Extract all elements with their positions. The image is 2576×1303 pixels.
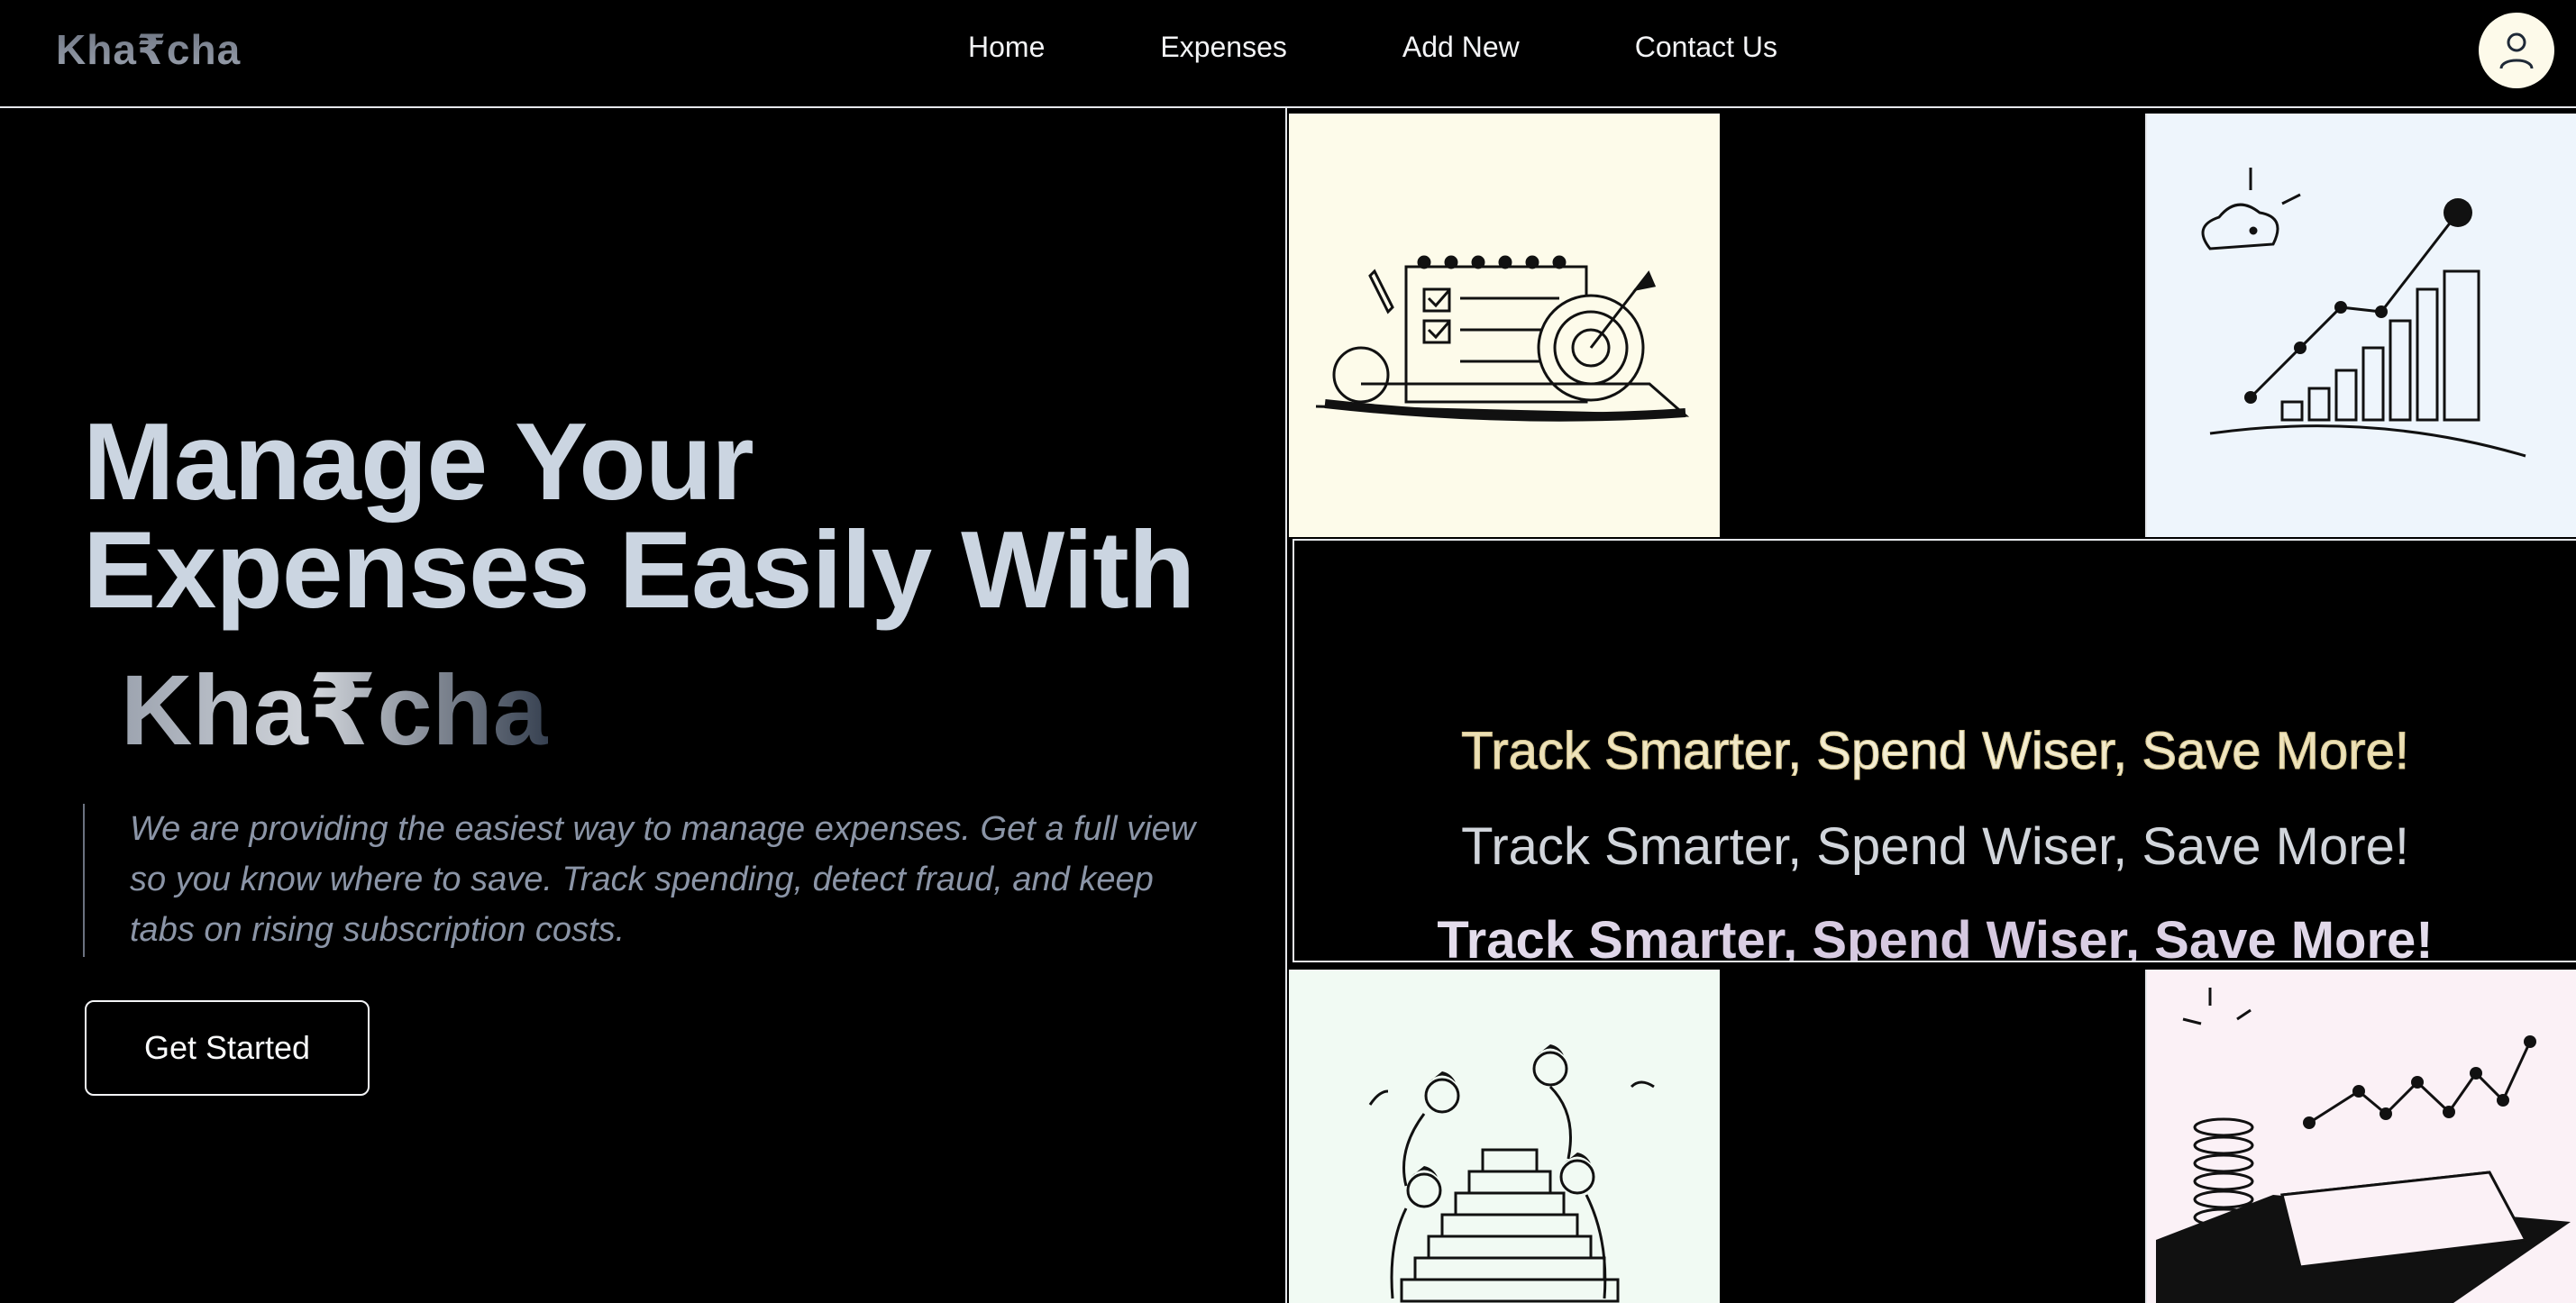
user-icon — [2499, 32, 2534, 69]
nav-contact-us[interactable]: Contact Us — [1635, 31, 1777, 64]
get-started-button[interactable]: Get Started — [85, 1000, 370, 1096]
tagline-panel: Track Smarter, Spend Wiser, Save More! T… — [1293, 539, 2576, 962]
nav-home[interactable]: Home — [968, 31, 1045, 64]
nav-links: Home Expenses Add New Contact Us — [968, 31, 1777, 64]
growth-chart-illustration — [2147, 114, 2576, 537]
nav-add-new[interactable]: Add New — [1402, 31, 1520, 64]
hero-brand: Kha₹cha — [121, 652, 548, 768]
feature-grid: Track Smarter, Spend Wiser, Save More! T… — [1285, 108, 2576, 1303]
navbar: Kha₹cha Home Expenses Add New Contact Us — [0, 0, 2576, 108]
hero-title-line1: Manage Your — [83, 400, 754, 523]
planner-target-illustration — [1289, 114, 1720, 537]
hero-description: We are providing the easiest way to mana… — [83, 804, 1201, 957]
grid-spacer-top — [1720, 114, 2147, 537]
hero-title-line2: Expenses Easily With — [83, 508, 1195, 631]
user-avatar-button[interactable] — [2479, 13, 2554, 88]
hero-title: Manage Your Expenses Easily With — [83, 406, 1255, 624]
team-building-blocks-illustration — [1289, 970, 1720, 1303]
grid-spacer-bottom — [1720, 970, 2147, 1303]
tagline-line3: Track Smarter, Spend Wiser, Save More! — [1294, 910, 2576, 961]
logo[interactable]: Kha₹cha — [56, 25, 241, 74]
coins-contract-illustration — [2147, 970, 2576, 1303]
tagline-line1: Track Smarter, Spend Wiser, Save More! — [1294, 721, 2576, 781]
tagline-line2: Track Smarter, Spend Wiser, Save More! — [1461, 817, 2409, 876]
nav-expenses[interactable]: Expenses — [1160, 31, 1287, 64]
